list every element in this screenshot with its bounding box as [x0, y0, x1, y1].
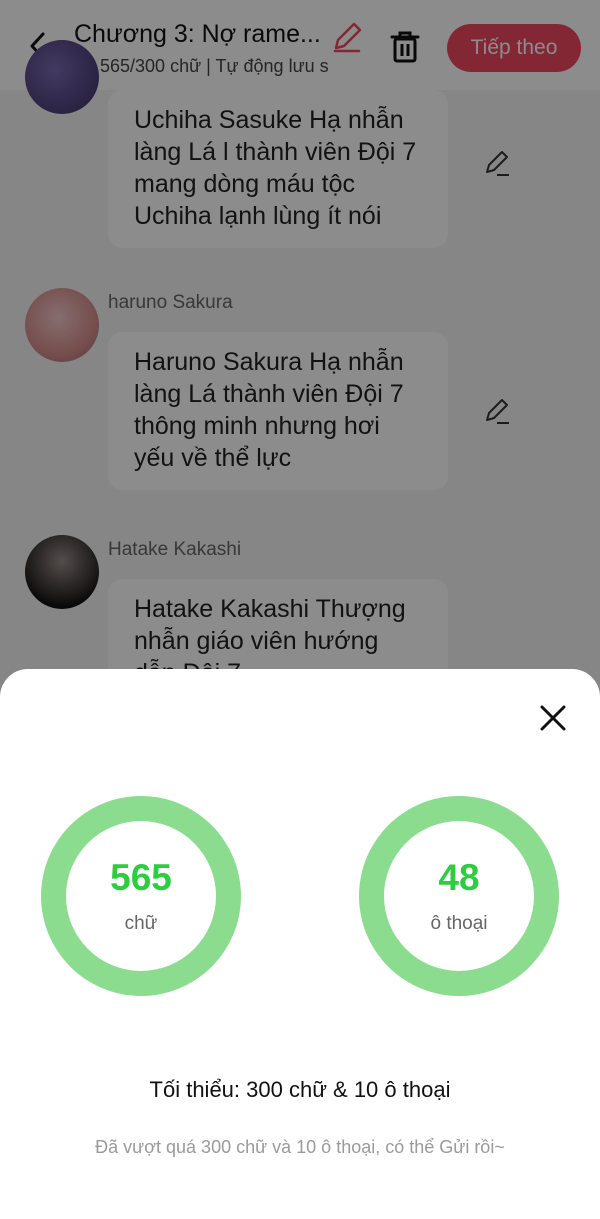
- word-count-ring: 565 chữ: [41, 796, 241, 996]
- word-count-value: 565: [110, 857, 172, 898]
- word-count-unit: chữ: [124, 913, 158, 934]
- dialog-count-ring: 48 ô thoại: [359, 796, 559, 996]
- dialog-count-value: 48: [438, 857, 480, 898]
- close-icon: [540, 705, 566, 731]
- minimum-requirement: Tối thiểu: 300 chữ & 10 ô thoại: [149, 1077, 451, 1102]
- word-count-sheet: 565 chữ 48 ô thoại Tối thiểu: 300 chữ & …: [0, 669, 600, 1219]
- close-button[interactable]: [536, 701, 570, 735]
- submit-hint: Đã vượt quá 300 chữ và 10 ô thoại, có th…: [95, 1137, 505, 1157]
- dialog-count-unit: ô thoại: [430, 913, 488, 934]
